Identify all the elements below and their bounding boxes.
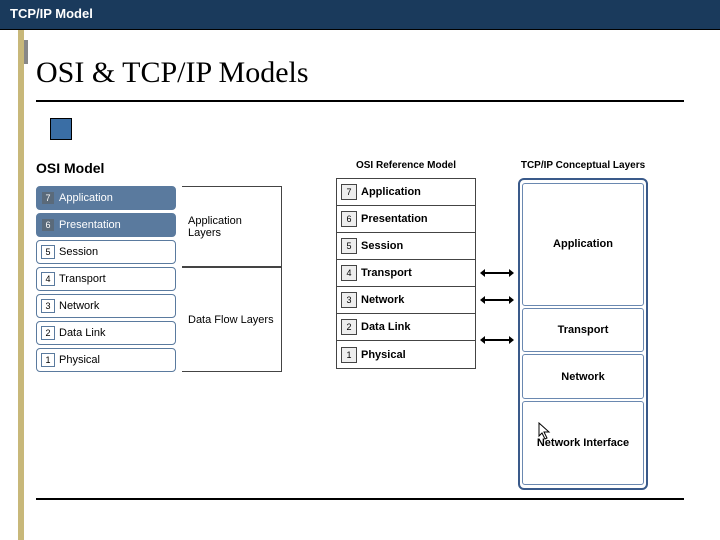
ref-layer-label: Network [361, 294, 410, 306]
ref-layer-label: Application [361, 186, 427, 198]
osi-layer-number: 6 [41, 218, 55, 232]
osi-layer-label: Presentation [59, 219, 121, 231]
osi-layer: 4 Transport [36, 267, 176, 291]
tcpip-layer: Network [522, 354, 644, 399]
double-arrow-icon [484, 313, 510, 367]
ref-layer-label: Transport [361, 267, 418, 279]
osi-layer-number: 1 [41, 353, 55, 367]
ref-layer: 1 Physical [337, 341, 475, 368]
ref-layer: 7 Application [337, 179, 475, 206]
osi-layer-number: 5 [41, 245, 55, 259]
comparison-panel: OSI Reference Model 7 Application 6 Presen… [336, 160, 690, 490]
decor-square-icon [50, 118, 72, 140]
title-area: OSI & TCP/IP Models [36, 56, 720, 90]
osi-model-title: OSI Model [36, 160, 316, 176]
ref-layer-number: 5 [341, 238, 357, 254]
double-arrow-icon [484, 259, 510, 286]
ref-layer-number: 2 [341, 319, 357, 335]
osi-layer: 7 Application [36, 186, 176, 210]
content-area: OSI Model 7 Application 6 Presentation 5… [36, 160, 690, 490]
ref-layer: 3 Network [337, 287, 475, 314]
osi-layer-label: Session [59, 246, 98, 258]
osi-group-box: Data Flow Layers [182, 267, 282, 372]
ref-layer-number: 3 [341, 292, 357, 308]
ref-layer-label: Data Link [361, 321, 417, 333]
title-rule [36, 100, 684, 102]
double-arrow-icon [484, 286, 510, 313]
header-bar: TCP/IP Model [0, 0, 720, 30]
slide-title: OSI & TCP/IP Models [36, 56, 720, 90]
osi-layer: 6 Presentation [36, 213, 176, 237]
osi-reference-stack: 7 Application 6 Presentation 5 Session 4 Tra… [336, 178, 476, 369]
osi-layer-number: 4 [41, 272, 55, 286]
ref-layer-number: 7 [341, 184, 357, 200]
osi-layer-label: Transport [59, 273, 106, 285]
osi-layer-label: Network [59, 300, 99, 312]
osi-layer-stack: 7 Application 6 Presentation 5 Session 4… [36, 186, 176, 372]
osi-layer: 5 Session [36, 240, 176, 264]
ref-layer: 5 Session [337, 233, 475, 260]
ref-layer: 6 Presentation [337, 206, 475, 233]
osi-group-column: Application Layers Data Flow Layers [182, 186, 282, 372]
osi-layer-number: 3 [41, 299, 55, 313]
tcpip-layer: Network Interface [522, 401, 644, 485]
osi-group-label: Application Layers [188, 215, 275, 239]
ref-layer: 4 Transport [337, 260, 475, 287]
bottom-rule [36, 498, 684, 500]
osi-group-box: Application Layers [182, 186, 282, 267]
side-accent-bar [18, 30, 24, 540]
osi-layer: 1 Physical [36, 348, 176, 372]
osi-layer: 2 Data Link [36, 321, 176, 345]
osi-layer-number: 2 [41, 326, 55, 340]
header-title: TCP/IP Model [10, 6, 93, 21]
osi-group-label: Data Flow Layers [188, 314, 274, 326]
osi-reference-column: OSI Reference Model 7 Application 6 Presen… [336, 160, 476, 490]
osi-layer-label: Physical [59, 354, 100, 366]
ref-layer-label: Session [361, 240, 409, 252]
osi-layer-number: 7 [41, 191, 55, 205]
ref-layer-number: 4 [341, 265, 357, 281]
osi-layer-label: Data Link [59, 327, 105, 339]
osi-reference-header: OSI Reference Model [336, 160, 476, 174]
tcpip-layer: Transport [522, 308, 644, 353]
osi-layer: 3 Network [36, 294, 176, 318]
osi-layer-label: Application [59, 192, 113, 204]
ref-layer-number: 1 [341, 347, 357, 363]
tcpip-stack: Application Transport Network Network In… [518, 178, 648, 490]
tcpip-column: TCP/IP Conceptual Layers Application Tra… [518, 160, 648, 490]
ref-layer-label: Presentation [361, 213, 434, 225]
accent-notch [24, 40, 28, 64]
mapping-arrows-column [484, 160, 510, 490]
osi-model-panel: OSI Model 7 Application 6 Presentation 5… [36, 160, 316, 490]
tcpip-header: TCP/IP Conceptual Layers [518, 160, 648, 174]
ref-layer: 2 Data Link [337, 314, 475, 341]
ref-layer-label: Physical [361, 349, 412, 361]
tcpip-layer: Application [522, 183, 644, 306]
ref-layer-number: 6 [341, 211, 357, 227]
